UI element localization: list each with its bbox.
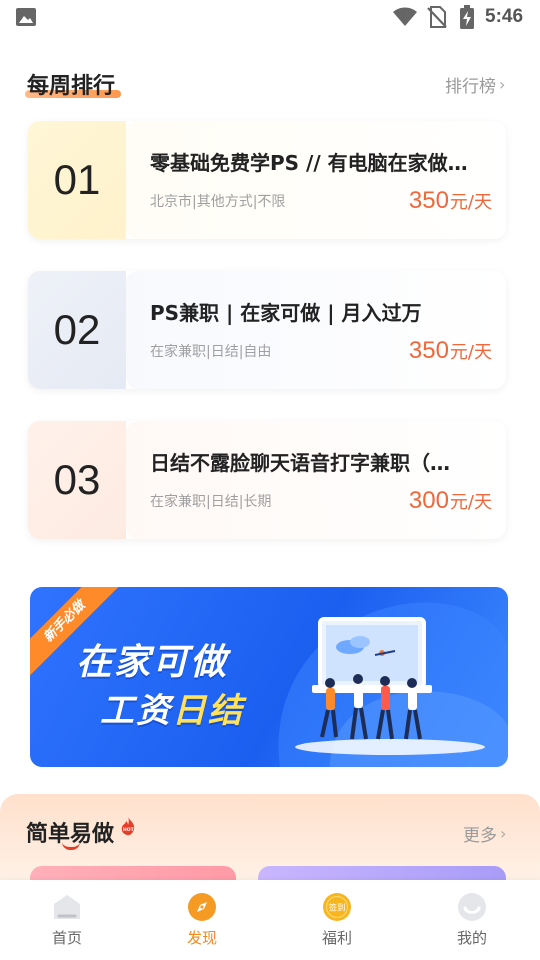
rank-number: 03 <box>53 456 101 503</box>
nav-item-discover[interactable]: 发现 <box>152 880 252 960</box>
job-tags: 在家兼职|日结|自由 <box>150 344 272 360</box>
hot-badge-text: HOT <box>123 827 135 833</box>
hot-flame-icon: HOT <box>121 817 135 836</box>
banner-subheadline-part: 工资 <box>100 691 172 731</box>
easy-more-link[interactable]: 更多 › <box>463 821 506 846</box>
salary-amount: 350 <box>408 337 449 364</box>
job-salary: 300 元/天 <box>409 487 492 515</box>
rank-card-body: PS兼职 | 在家可做 | 月入过万 在家兼职|日结|自由 350 元/天 <box>126 271 506 389</box>
job-tags: 北京市|其他方式|不限 <box>150 194 286 210</box>
rank-number-box: 01 <box>28 121 126 239</box>
job-salary: 350 元/天 <box>409 337 492 365</box>
banner-subheadline-accent: 日结 <box>172 691 244 731</box>
rank-list-label: 排行榜 <box>445 77 496 97</box>
rank-card-body: 日结不露脸聊天语音打字兼职（… 在家兼职|日结|长期 300 元/天 <box>126 421 506 539</box>
rank-card-3[interactable]: 03 日结不露脸聊天语音打字兼职（… 在家兼职|日结|长期 300 元/天 <box>28 421 506 539</box>
rank-card-2[interactable]: 02 PS兼职 | 在家可做 | 月入过万 在家兼职|日结|自由 350 元/天 <box>28 271 506 389</box>
rank-card-1[interactable]: 01 零基础免费学PS // 有电脑在家做… 北京市|其他方式|不限 350 元… <box>28 121 506 239</box>
checkin-coin-icon: 签到 <box>323 893 351 921</box>
nav-label: 我的 <box>456 929 487 947</box>
nav-item-profile[interactable]: 我的 <box>422 880 522 960</box>
home-icon <box>54 895 80 919</box>
job-title: 零基础免费学PS // 有电脑在家做… <box>150 151 468 175</box>
bottom-nav: 首页 发现 签到 福利 我的 <box>0 880 540 960</box>
job-salary: 350 元/天 <box>409 187 492 215</box>
chevron-right-icon: › <box>500 824 507 843</box>
job-title: 日结不露脸聊天语音打字兼职（… <box>150 451 450 475</box>
banner-headline: 在家可做 <box>76 642 229 683</box>
salary-amount: 300 <box>408 487 449 514</box>
rank-number: 01 <box>53 156 101 203</box>
status-bar: 5:46 <box>0 0 540 36</box>
status-time: 5:46 <box>485 6 524 27</box>
compass-icon <box>188 893 216 921</box>
job-title: PS兼职 | 在家可做 | 月入过万 <box>150 301 422 325</box>
salary-unit: 元/天 <box>449 492 492 513</box>
salary-unit: 元/天 <box>449 342 492 363</box>
no-sim-icon <box>427 6 447 28</box>
nav-item-welfare[interactable]: 签到 福利 <box>287 880 387 960</box>
chevron-right-icon: › <box>499 75 506 94</box>
rank-number-box: 03 <box>28 421 126 539</box>
nav-label: 发现 <box>186 929 217 947</box>
rank-list-link[interactable]: 排行榜 › <box>445 72 505 97</box>
checkin-badge-text: 签到 <box>328 903 345 914</box>
image-icon <box>16 8 36 26</box>
profile-icon <box>458 893 486 921</box>
promo-banner[interactable]: 新手必做 在家可做 工资日结 <box>30 587 508 767</box>
battery-charging-icon <box>460 5 474 29</box>
salary-unit: 元/天 <box>449 192 492 213</box>
wifi-icon <box>393 7 417 26</box>
nav-item-home[interactable]: 首页 <box>17 880 117 960</box>
salary-amount: 350 <box>408 187 449 214</box>
easy-more-label: 更多 <box>463 826 497 846</box>
job-tags: 在家兼职|日结|长期 <box>150 494 272 510</box>
rank-number: 02 <box>53 306 101 353</box>
nav-label: 首页 <box>51 929 82 947</box>
weekly-rank-title: 每周排行 <box>27 74 116 99</box>
rank-card-body: 零基础免费学PS // 有电脑在家做… 北京市|其他方式|不限 350 元/天 <box>126 121 506 239</box>
rank-number-box: 02 <box>28 271 126 389</box>
nav-label: 福利 <box>321 929 352 947</box>
banner-subheadline: 工资日结 <box>100 683 244 732</box>
